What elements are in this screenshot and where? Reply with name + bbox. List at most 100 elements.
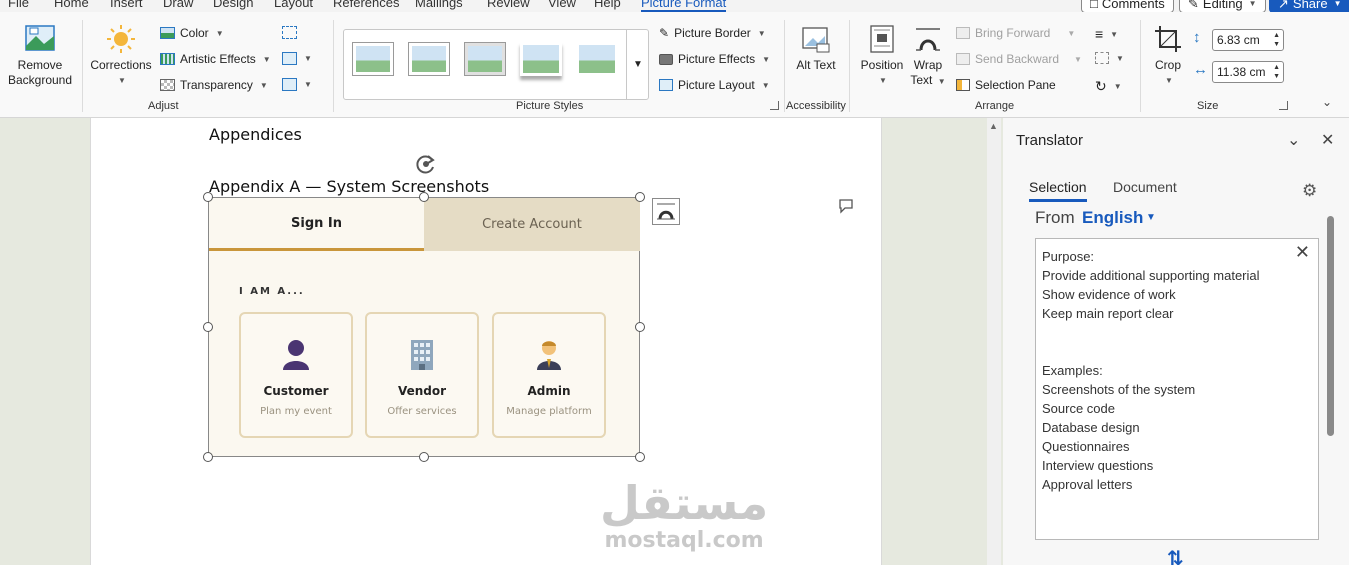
resize-handle[interactable] bbox=[635, 322, 645, 332]
tab-document[interactable]: Document bbox=[1113, 179, 1177, 195]
chevron-down-icon: ▼ bbox=[1113, 82, 1122, 91]
collapse-ribbon-icon[interactable]: ⌄ bbox=[1322, 95, 1332, 109]
picture-style-thumb[interactable] bbox=[408, 42, 450, 76]
dialog-launcher-icon[interactable] bbox=[770, 101, 779, 110]
tab-home[interactable]: Home bbox=[54, 0, 89, 10]
alt-text-button[interactable]: Alt Text bbox=[790, 26, 842, 73]
color-button[interactable]: Color ▼ bbox=[160, 26, 224, 40]
layout-options-button[interactable] bbox=[652, 198, 680, 225]
role-name: Admin bbox=[527, 384, 571, 398]
pen-border-icon: ✎ bbox=[659, 26, 670, 40]
shape-width-input[interactable]: 11.38 cm ▲ ▼ bbox=[1212, 61, 1284, 83]
tab-file[interactable]: File bbox=[8, 0, 29, 10]
scroll-up-icon[interactable]: ▲ bbox=[989, 121, 998, 131]
embedded-screenshot-image[interactable]: Sign In Create Account I AM A... Custome… bbox=[208, 197, 640, 457]
tab-design[interactable]: Design bbox=[213, 0, 253, 10]
tab-layout[interactable]: Layout bbox=[274, 0, 313, 10]
send-backward-button[interactable]: Send Backward ▼ bbox=[956, 52, 1082, 66]
document-subheading: Appendix A — System Screenshots bbox=[209, 177, 490, 196]
picture-style-thumb[interactable] bbox=[576, 42, 618, 76]
picture-layout-button[interactable]: Picture Layout ▼ bbox=[659, 78, 770, 92]
dialog-launcher-icon[interactable] bbox=[1279, 101, 1288, 110]
position-button[interactable]: Position ▼ bbox=[856, 24, 908, 88]
source-line: Database design bbox=[1042, 420, 1140, 435]
close-pane-icon[interactable]: ✕ bbox=[1321, 130, 1334, 150]
resize-handle[interactable] bbox=[203, 322, 213, 332]
compress-pictures-button[interactable] bbox=[282, 26, 297, 39]
pane-scrollbar-thumb[interactable] bbox=[1327, 216, 1334, 436]
role-description: Plan my event bbox=[260, 406, 332, 417]
resize-handle[interactable] bbox=[635, 452, 645, 462]
picture-style-thumb[interactable] bbox=[464, 42, 506, 76]
remove-background-button[interactable]: Remove Background bbox=[6, 24, 74, 88]
picture-effects-button[interactable]: Picture Effects ▼ bbox=[659, 52, 770, 66]
from-language-select[interactable]: English bbox=[1082, 208, 1143, 228]
spinner-arrows-icon[interactable]: ▲ ▼ bbox=[1273, 31, 1280, 49]
shape-height-input[interactable]: 6.83 cm ▲ ▼ bbox=[1212, 29, 1284, 51]
height-icon: ↕ bbox=[1193, 29, 1201, 46]
swap-languages-icon[interactable]: ⇅ bbox=[1167, 546, 1184, 565]
tab-help[interactable]: Help bbox=[594, 0, 621, 10]
role-card-admin: Admin Manage platform bbox=[492, 312, 606, 438]
color-icon bbox=[160, 27, 175, 39]
group-separator bbox=[849, 20, 850, 112]
customer-person-icon bbox=[283, 340, 309, 370]
reset-picture-button[interactable]: ▼ bbox=[282, 78, 312, 91]
selection-pane-button[interactable]: Selection Pane bbox=[956, 78, 1056, 92]
group-objects-icon bbox=[1095, 52, 1109, 64]
group-label-size: Size bbox=[1197, 100, 1219, 112]
artistic-effects-button[interactable]: Artistic Effects ▼ bbox=[160, 52, 271, 66]
resize-handle[interactable] bbox=[203, 452, 213, 462]
tab-draw[interactable]: Draw bbox=[163, 0, 193, 10]
chevron-down-icon: ▼ bbox=[762, 54, 771, 64]
pane-options-chevron-icon[interactable]: ⌄ bbox=[1287, 130, 1300, 150]
comment-marker-icon[interactable] bbox=[838, 198, 854, 214]
source-line: Screenshots of the system bbox=[1042, 382, 1196, 397]
wrap-text-button[interactable]: Wrap Text ▼ bbox=[906, 24, 950, 89]
tab-references[interactable]: References bbox=[333, 0, 399, 10]
resize-handle[interactable] bbox=[419, 452, 429, 462]
tab-picture-format[interactable]: Picture Format bbox=[641, 0, 727, 12]
source-line bbox=[1042, 323, 1312, 342]
resize-handle[interactable] bbox=[635, 192, 645, 202]
picture-border-button[interactable]: ✎ Picture Border ▼ bbox=[659, 26, 766, 40]
align-button[interactable]: ≡ ▼ bbox=[1095, 26, 1118, 42]
clear-text-icon[interactable]: ✕ bbox=[1295, 243, 1310, 262]
selection-pane-icon bbox=[956, 79, 970, 91]
picture-style-thumb[interactable] bbox=[520, 42, 562, 76]
tab-review[interactable]: Review bbox=[487, 0, 530, 10]
chevron-down-icon[interactable]: ▼ bbox=[1146, 212, 1156, 223]
group-separator bbox=[82, 20, 83, 112]
resize-handle[interactable] bbox=[419, 192, 429, 202]
document-scrollbar[interactable]: ▲ bbox=[987, 118, 1001, 565]
group-objects-button[interactable]: ▼ bbox=[1095, 52, 1124, 64]
group-label-accessibility: Accessibility bbox=[786, 100, 846, 112]
tab-insert[interactable]: Insert bbox=[110, 0, 143, 10]
crop-icon bbox=[1155, 26, 1181, 52]
rotate-button[interactable]: ↻ ▼ bbox=[1095, 78, 1122, 95]
crop-button[interactable]: Crop ▼ bbox=[1148, 24, 1188, 88]
gallery-more-button[interactable]: ▼ bbox=[626, 30, 649, 99]
source-line: Provide additional supporting material bbox=[1042, 268, 1260, 283]
chevron-down-icon: ▼ bbox=[761, 80, 770, 90]
change-picture-button[interactable]: ▼ bbox=[282, 52, 312, 65]
tab-selection[interactable]: Selection bbox=[1029, 179, 1087, 202]
resize-handle[interactable] bbox=[203, 192, 213, 202]
chevron-down-icon: ▼ bbox=[1067, 28, 1076, 38]
corrections-button[interactable]: Corrections ▼ bbox=[88, 24, 154, 88]
role-name: Vendor bbox=[397, 384, 447, 398]
source-line bbox=[1042, 342, 1312, 361]
transparency-button[interactable]: Transparency ▼ bbox=[160, 78, 268, 92]
chevron-down-icon: ▼ bbox=[757, 28, 766, 38]
settings-gear-icon[interactable]: ⚙ bbox=[1302, 181, 1317, 201]
tab-view[interactable]: View bbox=[548, 0, 576, 10]
tab-mailings[interactable]: Mailings bbox=[415, 0, 463, 10]
pencil-icon: ✎ bbox=[1188, 0, 1199, 11]
source-text-box[interactable]: ✕ Purpose: Provide additional supporting… bbox=[1035, 238, 1319, 540]
picture-style-thumb[interactable] bbox=[352, 42, 394, 76]
pane-scrollbar[interactable] bbox=[1325, 206, 1335, 565]
spinner-arrows-icon[interactable]: ▲ ▼ bbox=[1273, 63, 1280, 81]
source-line: Interview questions bbox=[1042, 458, 1154, 473]
bring-forward-button[interactable]: Bring Forward ▼ bbox=[956, 26, 1075, 40]
rotate-handle-icon[interactable] bbox=[414, 152, 438, 176]
